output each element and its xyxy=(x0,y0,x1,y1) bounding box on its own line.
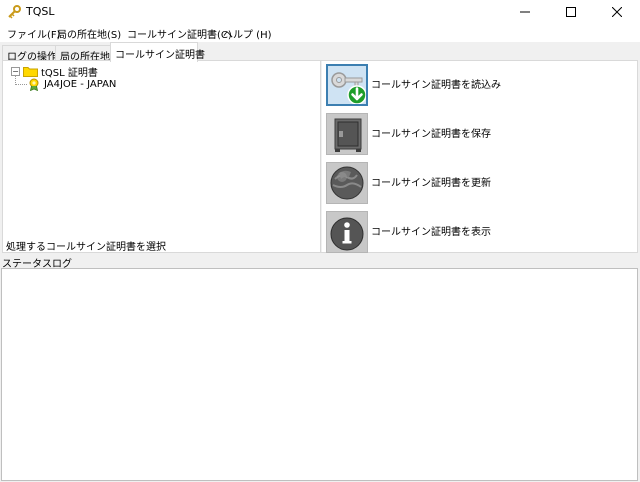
tab-callsign-certificate[interactable]: コールサイン証明書 xyxy=(110,42,205,62)
menu-bar: ファイル(F) 局の所在地(S) コールサイン証明書(C) ヘルプ (H) xyxy=(0,24,640,42)
certificate-actions-panel: コールサイン証明書を読込み コールサイン証明書を保存 コールサイン証明書を更新 … xyxy=(323,61,637,254)
certificate-tree[interactable]: − tQSL 証明書 JA4JOE - JAPAN 処理するコールサイン証明書を… xyxy=(3,61,320,253)
tab-station-location[interactable]: 局の所在地 xyxy=(55,45,111,63)
minimize-icon xyxy=(520,11,530,13)
menu-station-location[interactable]: 局の所在地(S) xyxy=(55,26,123,41)
tree-certificate-label: JA4JOE - JAPAN xyxy=(44,79,117,90)
tab-log-operations[interactable]: ログの操作 xyxy=(2,45,57,63)
collapse-icon[interactable]: − xyxy=(11,67,20,76)
load-certificate-action[interactable]: コールサイン証明書を読込み xyxy=(323,61,637,107)
tree-root-label: tQSL 証明書 xyxy=(41,68,98,79)
tree-root-node[interactable]: − tQSL 証明書 xyxy=(11,64,98,79)
status-log-area[interactable] xyxy=(1,268,638,481)
pane-splitter[interactable] xyxy=(320,61,322,252)
save-certificate-action[interactable]: コールサイン証明書を保存 xyxy=(323,110,637,156)
tree-certificate-node[interactable]: JA4JOE - JAPAN xyxy=(28,78,116,91)
renew-globe-icon[interactable] xyxy=(326,162,368,204)
minimize-button[interactable] xyxy=(502,0,548,24)
load-key-icon[interactable] xyxy=(326,64,368,106)
window-title: TQSL xyxy=(26,5,55,18)
tab-strip: ログの操作 局の所在地 コールサイン証明書 xyxy=(0,42,640,63)
close-button[interactable] xyxy=(594,0,640,24)
close-icon xyxy=(612,7,622,17)
maximize-button[interactable] xyxy=(548,0,594,24)
load-certificate-label: コールサイン証明書を読込み xyxy=(371,80,501,91)
folder-icon xyxy=(23,67,38,77)
renew-certificate-label: コールサイン証明書を更新 xyxy=(371,178,491,189)
display-certificate-label: コールサイン証明書を表示 xyxy=(371,227,491,238)
save-safe-icon[interactable] xyxy=(326,113,368,155)
key-icon xyxy=(8,5,21,19)
renew-certificate-action[interactable]: コールサイン証明書を更新 xyxy=(323,159,637,205)
save-certificate-label: コールサイン証明書を保存 xyxy=(371,129,491,140)
status-log-header: ステータスログ xyxy=(0,254,640,270)
menu-callsign-certificate[interactable]: コールサイン証明書(C) xyxy=(125,26,234,41)
menu-help[interactable]: ヘルプ (H) xyxy=(221,26,274,41)
menu-file[interactable]: ファイル(F) xyxy=(5,26,63,41)
display-certificate-action[interactable]: コールサイン証明書を表示 xyxy=(323,208,637,254)
info-icon[interactable] xyxy=(326,211,368,253)
tree-connector xyxy=(15,84,27,85)
title-bar: TQSL xyxy=(0,0,640,24)
certificate-badge-icon xyxy=(29,78,39,91)
certificate-tab-page: − tQSL 証明書 JA4JOE - JAPAN 処理するコールサイン証明書を… xyxy=(2,60,638,253)
maximize-icon xyxy=(566,7,576,17)
selection-hint: 処理するコールサイン証明書を選択 xyxy=(6,242,166,253)
